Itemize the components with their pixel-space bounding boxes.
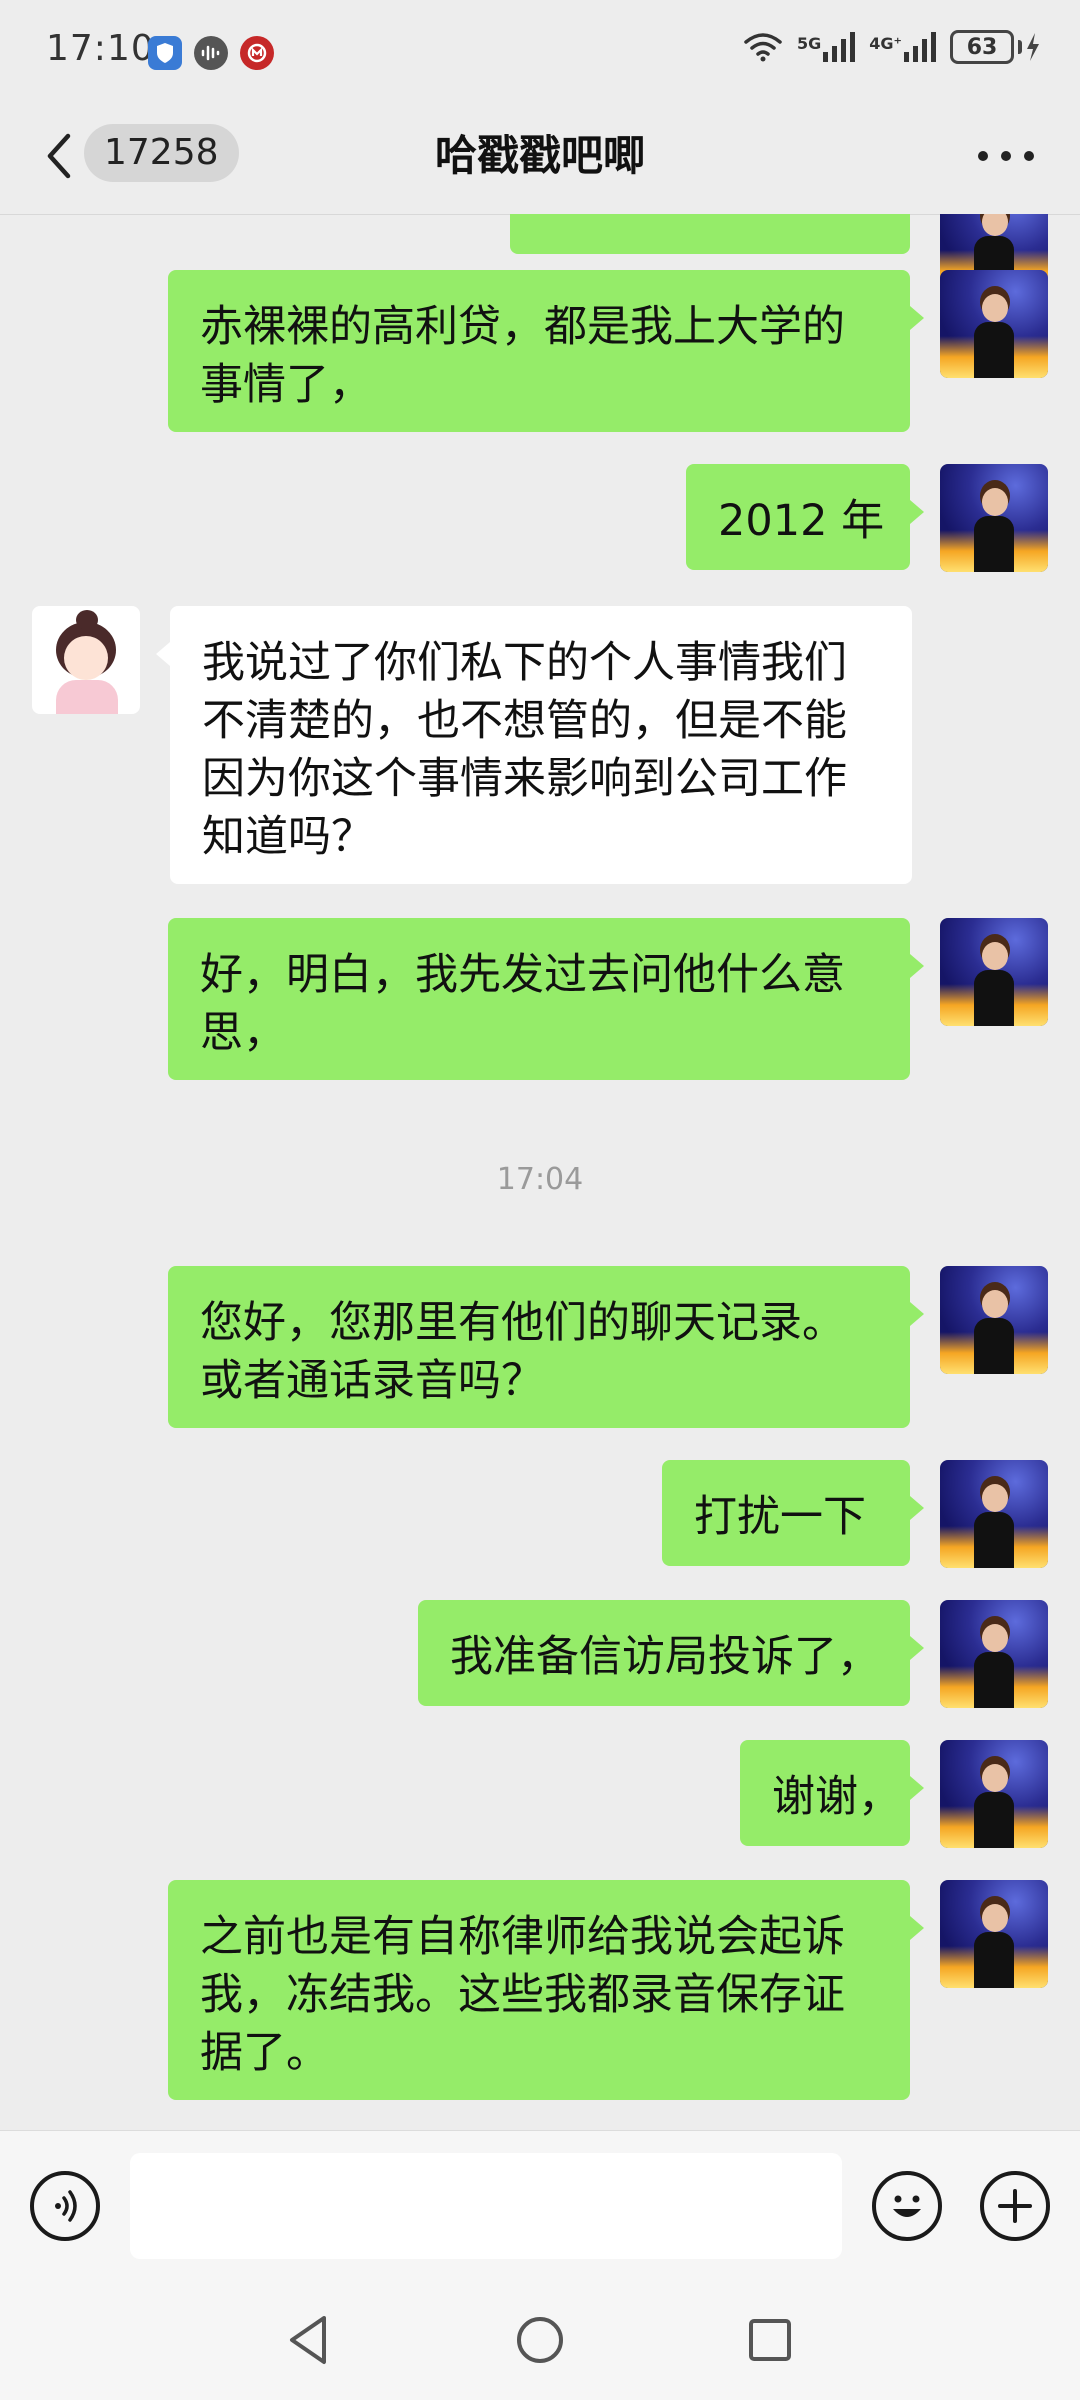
message-bubble[interactable]: 好，明白，我先发过去问他什么意思， <box>168 918 924 1080</box>
emoji-icon <box>893 2195 921 2217</box>
message-list[interactable]: 赤裸裸的高利贷，都是我上大学的事情了， 2012 年 我说过了你们私下的个人事情… <box>0 214 1080 2130</box>
plus-icon <box>998 2189 1032 2223</box>
message-bubble[interactable]: 我说过了你们私下的个人事情我们不清楚的，也不想管的，但是不能因为你这个事情来影响… <box>156 606 912 884</box>
more-functions-button[interactable] <box>980 2171 1050 2241</box>
my-avatar[interactable] <box>940 1740 1048 1848</box>
voice-input-button[interactable] <box>30 2171 100 2241</box>
battery-level: 63 <box>950 30 1014 64</box>
signal-4g-icon: 4G⁺ <box>869 32 936 62</box>
message-bubble[interactable] <box>510 214 910 254</box>
my-avatar[interactable] <box>940 464 1048 572</box>
status-bar: 17:10 5G 4G⁺ 63 <box>0 0 1080 100</box>
message-bubble[interactable]: 赤裸裸的高利贷，都是我上大学的事情了， <box>168 270 924 432</box>
message-text: 我说过了你们私下的个人事情我们不清楚的，也不想管的，但是不能因为你这个事情来影响… <box>202 638 847 862</box>
system-navigation-bar <box>0 2280 1080 2400</box>
network-type-label: 5G <box>797 34 822 53</box>
nav-home-button[interactable] <box>510 2310 570 2370</box>
message-text: 我准备信访局投诉了， <box>450 1632 880 1682</box>
nav-recent-apps-button[interactable] <box>740 2310 800 2370</box>
my-avatar[interactable] <box>940 1880 1048 1988</box>
message-bubble[interactable]: 您好，您那里有他们的聊天记录。或者通话录音吗？ <box>168 1266 924 1428</box>
message-bubble[interactable]: 谢谢， <box>740 1740 924 1846</box>
my-avatar[interactable] <box>940 918 1048 1026</box>
message-text: 赤裸裸的高利贷，都是我上大学的事情了， <box>200 302 845 410</box>
message-text: 谢谢， <box>772 1772 901 1822</box>
contact-avatar[interactable] <box>32 606 140 714</box>
nav-back-button[interactable] <box>280 2310 340 2370</box>
battery-indicator: 63 <box>950 30 1040 64</box>
status-right: 5G 4G⁺ 63 <box>743 30 1040 64</box>
shield-icon <box>148 36 182 70</box>
message-text: 好，明白，我先发过去问他什么意思， <box>200 950 845 1058</box>
more-horizontal-icon <box>978 151 988 161</box>
square-recent-icon <box>749 2319 791 2361</box>
message-bubble[interactable]: 打扰一下 <box>662 1460 924 1566</box>
status-notification-icons <box>148 36 274 70</box>
charging-icon <box>1027 33 1039 61</box>
my-avatar[interactable] <box>940 1600 1048 1708</box>
my-avatar[interactable] <box>940 1460 1048 1568</box>
message-text: 您好，您那里有他们的聊天记录。或者通话录音吗？ <box>200 1298 845 1406</box>
message-text: 打扰一下 <box>694 1492 866 1542</box>
bank-app-icon <box>240 36 274 70</box>
my-avatar[interactable] <box>940 270 1048 378</box>
message-text: 之前也是有自称律师给我说会起诉我，冻结我。这些我都录音保存证据了。 <box>200 1912 845 2078</box>
status-time: 17:10 <box>46 28 155 69</box>
message-bubble[interactable]: 2012 年 <box>686 464 924 570</box>
message-text: 2012 年 <box>718 496 885 546</box>
signal-5g-icon: 5G <box>797 32 856 62</box>
triangle-back-icon <box>290 2316 326 2364</box>
voice-input-icon <box>55 2190 77 2222</box>
network-type-label-2: 4G⁺ <box>869 34 902 53</box>
emoji-button[interactable] <box>872 2171 942 2241</box>
my-avatar[interactable] <box>940 1266 1048 1374</box>
message-bubble[interactable]: 之前也是有自称律师给我说会起诉我，冻结我。这些我都录音保存证据了。 <box>168 1880 924 2100</box>
more-options-button[interactable] <box>978 148 1034 164</box>
audio-wave-icon <box>194 36 228 70</box>
message-bubble[interactable]: 我准备信访局投诉了， <box>418 1600 924 1706</box>
chat-header: 17258 哈戳戳吧唧 <box>0 100 1080 215</box>
circle-home-icon <box>517 2317 563 2363</box>
wifi-icon <box>743 32 783 62</box>
message-input[interactable] <box>130 2153 842 2259</box>
input-bar <box>0 2130 1080 2281</box>
chat-title: 哈戳戳吧唧 <box>434 131 645 180</box>
message-timestamp: 17:04 <box>496 1162 584 1197</box>
